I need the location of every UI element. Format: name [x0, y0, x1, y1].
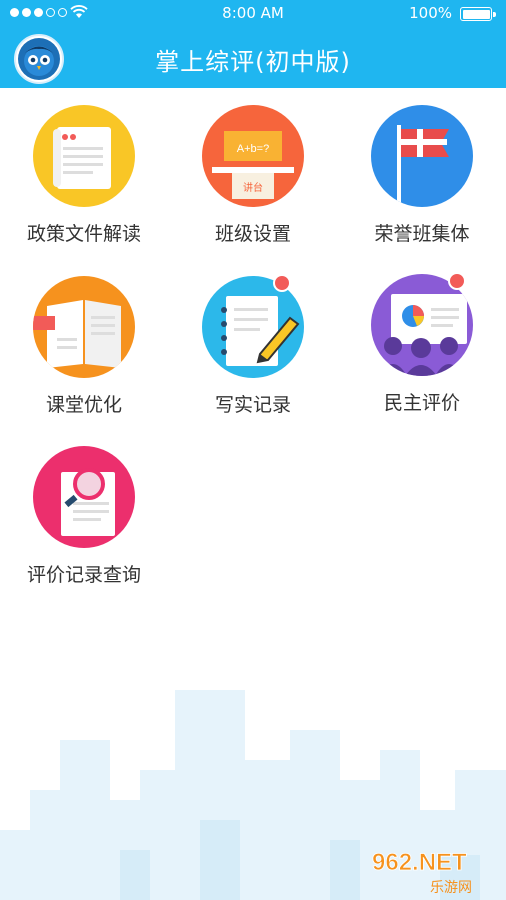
menu-item-democratic-evaluation[interactable]: 民主评价 [338, 272, 506, 415]
menu-item-label: 评价记录查询 [26, 564, 141, 586]
menu-item-label: 课堂优化 [45, 394, 122, 416]
menu-item-classroom-optimize[interactable]: 课堂优化 [0, 276, 168, 417]
notification-badge [273, 274, 291, 292]
board-text: A+b=? [237, 143, 269, 155]
menu-item-honor-class[interactable]: 荣誉班集体 [338, 105, 506, 246]
honor-flag-icon [371, 105, 473, 207]
menu-item-class-settings[interactable]: A+b=? 讲台 班级设置 [169, 105, 337, 246]
menu-item-evaluation-query[interactable]: 评价记录查询 [0, 446, 168, 587]
policy-document-icon [33, 105, 135, 207]
menu-item-policy[interactable]: 政策文件解读 [0, 105, 168, 246]
app-header: 8:00 AM 100% 掌上综评(初中版) [0, 0, 506, 88]
menu-item-record[interactable]: 写实记录 [169, 274, 337, 417]
menu-item-label: 荣誉班集体 [374, 223, 470, 245]
notebook-pencil-icon [202, 276, 304, 378]
notification-badge [448, 272, 466, 290]
podium-text: 讲台 [243, 181, 263, 194]
menu-item-label: 写实记录 [214, 394, 291, 416]
menu-item-label: 班级设置 [214, 223, 291, 245]
menu-item-label: 民主评价 [383, 392, 460, 414]
battery-percentage: 100% [409, 4, 452, 22]
watermark-logo: 962.NET 乐游网 [368, 842, 498, 896]
menu-item-label: 政策文件解读 [26, 223, 141, 245]
watermark-brand: 962.NET [372, 849, 467, 876]
classroom-podium-icon: A+b=? 讲台 [202, 105, 304, 207]
status-bar: 8:00 AM 100% [0, 0, 506, 26]
watermark-sub: 乐游网 [430, 880, 472, 896]
open-book-icon [33, 276, 135, 378]
battery-icon [460, 7, 496, 21]
magnifier-document-icon [33, 446, 135, 548]
page-title: 掌上综评(初中版) [155, 48, 351, 76]
